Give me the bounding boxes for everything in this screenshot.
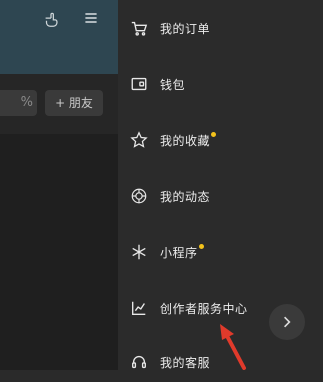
main-view: % + 朋友 [0, 0, 118, 370]
wallet-icon [130, 75, 148, 93]
hand-pointer-icon[interactable] [40, 10, 62, 32]
hamburger-menu-icon[interactable] [80, 10, 102, 32]
next-button[interactable] [269, 304, 305, 340]
star-icon [130, 131, 148, 149]
drawer-item-label: 我的动态 [160, 189, 211, 204]
notification-dot [198, 243, 204, 249]
chevron-right-icon [284, 316, 291, 328]
drawer-item-moments[interactable]: 我的动态 [118, 176, 323, 216]
notification-dot [211, 131, 217, 137]
drawer-item-mini-programs[interactable]: 小程序 [118, 232, 323, 272]
main-header [0, 0, 118, 74]
drawer-item-favorites[interactable]: 我的收藏 [118, 120, 323, 160]
drawer-item-label: 钱包 [160, 77, 186, 92]
drawer-item-label: 我的收藏 [160, 133, 211, 148]
drawer-item-label: 我的订单 [160, 21, 211, 36]
drawer-item-label: 小程序 [160, 245, 198, 260]
headset-icon [130, 353, 148, 371]
drawer-item-orders[interactable]: 我的订单 [118, 8, 323, 48]
cart-icon [130, 19, 148, 37]
drawer-item-wallet[interactable]: 钱包 [118, 64, 323, 104]
mini-program-icon [130, 243, 148, 261]
annotation-arrow-icon [220, 324, 246, 370]
search-input[interactable]: % [0, 90, 37, 116]
moments-icon [130, 187, 148, 205]
drawer-item-label: 创作者服务中心 [160, 301, 248, 316]
chart-icon [130, 299, 148, 317]
add-friend-button[interactable]: + 朋友 [45, 90, 103, 116]
drawer-item-label: 我的客服 [160, 355, 211, 370]
